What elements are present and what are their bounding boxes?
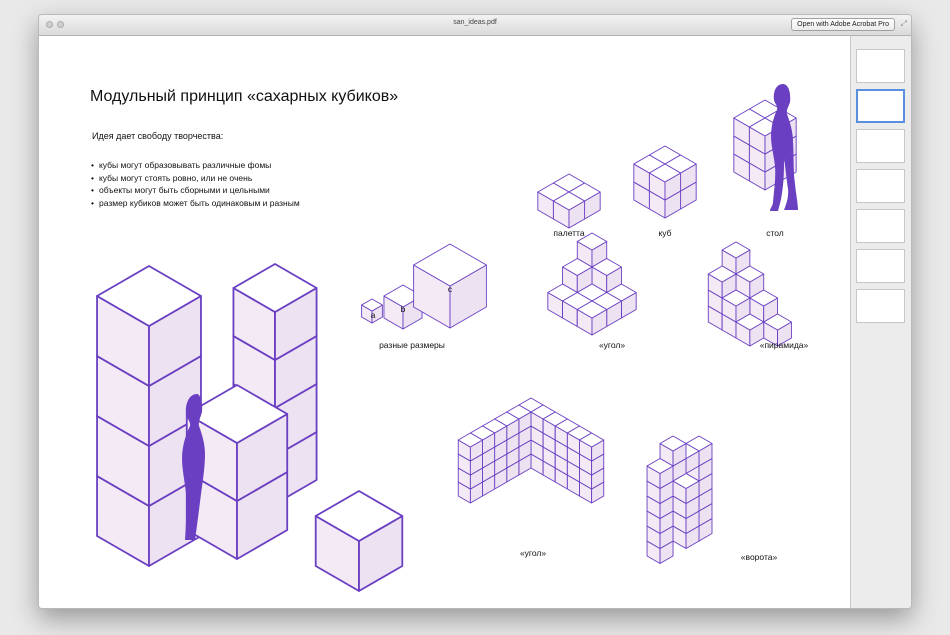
title-bar[interactable]: san_ideas.pdf Open with Adobe Acrobat Pr… [39, 15, 911, 36]
caption-corner-large: «угол» [520, 548, 546, 558]
caption-palette: палетта [553, 228, 584, 238]
size-label-a: a [371, 310, 376, 320]
caption-sizes: разные размеры [379, 340, 445, 350]
pdf-preview-window: san_ideas.pdf Open with Adobe Acrobat Pr… [38, 14, 912, 609]
page-thumbnail-4[interactable] [856, 169, 905, 203]
caption-gate: «ворота» [741, 552, 778, 562]
caption-corner-small: «угол» [599, 340, 625, 350]
single-cube [314, 490, 404, 592]
page-thumbnail-3[interactable] [856, 129, 905, 163]
page-thumbnail-5[interactable] [856, 209, 905, 243]
caption-cube: куб [658, 228, 671, 238]
caption-pyramid: «пирамида» [760, 340, 809, 350]
cube-groups [96, 99, 797, 592]
page-thumbnail-1[interactable] [856, 49, 905, 83]
fullscreen-icon[interactable]: ⤢ [901, 20, 907, 28]
page-thumbnail-2[interactable] [856, 89, 905, 123]
window-title: san_ideas.pdf [453, 19, 497, 26]
thumbnail-sidebar[interactable] [850, 36, 911, 608]
cube-illustrations: палетта куб стол разные размеры «угол» «… [96, 84, 809, 592]
page-thumbnail-7[interactable] [856, 289, 905, 323]
slide-page: Модульный принцип «сахарных кубиков» Иде… [39, 36, 850, 608]
page-thumbnail-6[interactable] [856, 249, 905, 283]
open-with-acrobat-button[interactable]: Open with Adobe Acrobat Pro [791, 18, 895, 31]
caption-table: стол [766, 228, 784, 238]
size-label-b: b [401, 304, 406, 314]
